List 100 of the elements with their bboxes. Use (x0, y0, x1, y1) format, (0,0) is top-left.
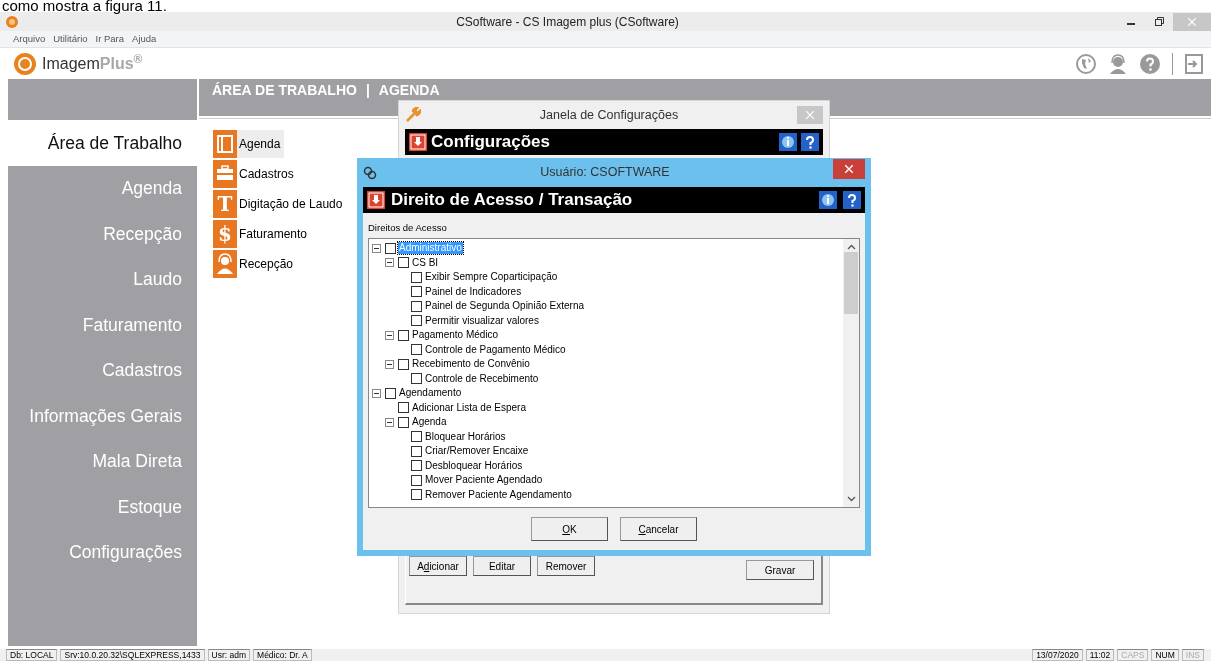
globe-icon[interactable] (1076, 53, 1096, 74)
menu-item[interactable]: Ajuda (132, 31, 157, 47)
exit-icon[interactable] (1185, 53, 1203, 74)
logo-accent-text: Plus$^{®}$ (99, 51, 143, 74)
tree-item[interactable]: Desbloquear Horários (424, 459, 524, 472)
status-panel: Srv:10.0.20.32\SQLEXPRESS,1433 (60, 649, 205, 661)
tree-item[interactable]: Bloquear Horários (424, 430, 507, 443)
help-icon[interactable] (843, 191, 861, 209)
checkbox[interactable] (411, 460, 422, 472)
checkbox[interactable] (411, 474, 422, 486)
window-title: CSoftware - CS Imagem plus (CSoftware) (455, 13, 680, 31)
action-button[interactable]: Adicionar (409, 556, 467, 576)
wrench-icon (405, 107, 421, 123)
download-icon (367, 191, 385, 209)
close-button[interactable] (833, 158, 865, 179)
checkbox[interactable] (411, 271, 422, 283)
checkbox[interactable] (411, 373, 422, 385)
restore-icon (1154, 17, 1164, 26)
status-panel: NUM (1151, 649, 1179, 661)
tile-link[interactable]: Cadastros (237, 160, 298, 188)
status-panel: 13/07/2020 (1032, 649, 1083, 661)
collapse-icon[interactable] (372, 388, 381, 398)
status-panel: CAPS (1117, 649, 1149, 661)
tree-item[interactable]: Remover Paciente Agendamento (424, 488, 573, 501)
close-icon (806, 111, 814, 119)
dialog-button[interactable]: OK (531, 517, 608, 541)
checkbox[interactable] (398, 358, 409, 370)
checkbox[interactable] (385, 387, 396, 399)
checkbox[interactable] (411, 445, 422, 457)
tree-item[interactable]: Painel de Segunda Opinião Externa (424, 300, 585, 313)
logo-text: Imagem (42, 53, 100, 74)
tree-item[interactable]: Pagamento Médico (411, 329, 500, 342)
action-button[interactable]: Remover (537, 556, 595, 576)
breadcrumb-separator: | (365, 83, 370, 98)
menu-item[interactable]: Ir Para (95, 31, 125, 47)
checkbox[interactable] (398, 257, 409, 269)
scroll-down-icon[interactable] (846, 496, 856, 502)
save-button[interactable]: Gravar (746, 560, 814, 580)
scroll-up-icon[interactable] (846, 244, 856, 250)
tree-item[interactable]: Painel de Indicadores (424, 285, 523, 298)
logo-icon (14, 52, 36, 75)
dialog-button[interactable]: Cancelar (620, 517, 697, 541)
menu-item[interactable]: Utilitário (53, 31, 88, 47)
checkbox[interactable] (411, 344, 422, 356)
checkbox[interactable] (411, 431, 422, 443)
tree-item[interactable]: CS BI (411, 256, 440, 269)
menu-item[interactable]: Arquivo (13, 31, 46, 47)
tree-item[interactable]: Exibir Sempre Coparticipação (424, 271, 559, 284)
tree-item[interactable]: Recebimento de Convênio (411, 358, 531, 371)
status-panel: 11:02 (1085, 649, 1115, 661)
tile-link[interactable]: Recepção (237, 250, 298, 278)
checkbox[interactable] (411, 315, 422, 327)
breadcrumb-item: AGENDA (378, 83, 440, 98)
checkbox[interactable] (385, 242, 396, 254)
info-icon[interactable] (779, 133, 797, 151)
collapse-icon[interactable] (385, 359, 394, 369)
status-panel: Db: LOCAL (6, 649, 58, 661)
status-panel: INS (1181, 649, 1204, 661)
support-person-icon[interactable] (1108, 53, 1128, 74)
close-icon (1188, 17, 1196, 26)
action-button[interactable]: Editar (473, 556, 531, 576)
sidebar-item[interactable]: Área de Trabalho (8, 120, 197, 166)
tile-link[interactable]: Agenda (237, 130, 285, 158)
help-icon[interactable] (1140, 53, 1160, 74)
window-title: Usuário: CSOFTWARE (539, 164, 671, 182)
checkbox[interactable] (398, 329, 409, 341)
status-panel: Médico: Dr. A (253, 649, 312, 661)
help-icon[interactable] (801, 133, 819, 151)
close-icon (845, 164, 853, 173)
info-icon[interactable] (819, 191, 837, 209)
section-header: Direito de Acesso / Transação (391, 189, 634, 212)
checkbox[interactable] (398, 402, 409, 414)
tree-item[interactable]: Controle de Recebimento (424, 372, 540, 385)
collapse-icon[interactable] (385, 417, 394, 427)
breadcrumb-item: ÁREA DE TRABALHO (212, 83, 357, 98)
status-panel: Usr: adm (207, 649, 251, 661)
tree-item[interactable]: Adicionar Lista de Espera (411, 401, 527, 414)
tile-link[interactable]: Faturamento (237, 220, 312, 248)
document-caption: como mostra a figura 11. (1, 0, 168, 12)
field-label: Direitos de Acesso (367, 221, 448, 235)
download-icon (409, 133, 427, 151)
checkbox[interactable] (398, 416, 409, 428)
collapse-icon[interactable] (385, 258, 394, 268)
scroll-thumb[interactable] (844, 252, 858, 314)
window-title: Janela de Configurações (538, 106, 680, 124)
checkbox[interactable] (411, 489, 422, 501)
section-header: Configurações (431, 131, 552, 154)
tree-item[interactable]: Agenda (411, 416, 448, 429)
checkbox[interactable] (411, 286, 422, 298)
tree-item[interactable]: Criar/Remover Encaixe (424, 445, 530, 458)
tree-item[interactable]: Permitir visualizar valores (424, 314, 540, 327)
scrollbar[interactable] (843, 239, 859, 507)
tile-link[interactable]: Digitação de Laudo (237, 190, 347, 218)
tree-item[interactable]: Mover Paciente Agendado (424, 474, 544, 487)
checkbox[interactable] (411, 300, 422, 312)
collapse-icon[interactable] (372, 243, 381, 253)
collapse-icon[interactable] (385, 330, 394, 340)
tree-item[interactable]: Agendamento (398, 387, 463, 400)
app-logo-icon (6, 15, 18, 28)
tree-item[interactable]: Controle de Pagamento Médico (424, 343, 567, 356)
